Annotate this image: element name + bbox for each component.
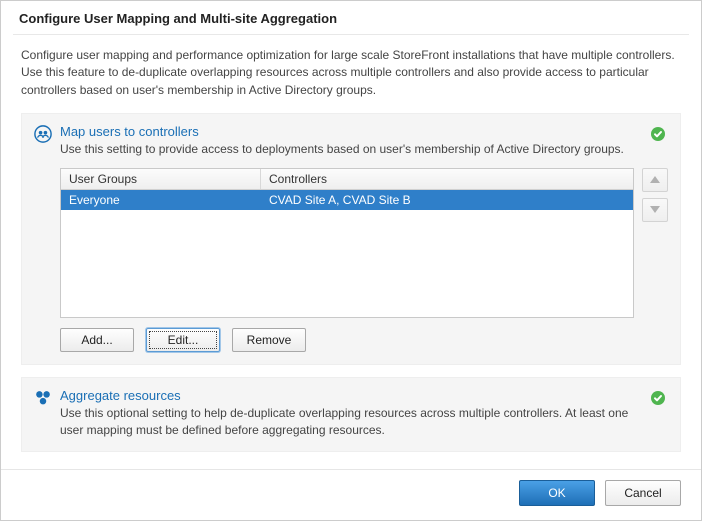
ok-button[interactable]: OK — [519, 480, 595, 506]
mapping-table[interactable]: User Groups Controllers Everyone CVAD Si… — [60, 168, 634, 318]
section-desc-map: Use this setting to provide access to de… — [60, 141, 668, 158]
section-title-aggregate: Aggregate resources — [60, 388, 668, 403]
add-button[interactable]: Add... — [60, 328, 134, 352]
section-map-users: Map users to controllers Use this settin… — [21, 113, 681, 365]
cancel-button[interactable]: Cancel — [605, 480, 681, 506]
col-controllers[interactable]: Controllers — [261, 169, 633, 189]
checkmark-icon — [650, 390, 666, 409]
cell-user-group: Everyone — [61, 190, 261, 210]
section-title-map: Map users to controllers — [60, 124, 668, 139]
move-down-button[interactable] — [642, 198, 668, 222]
chevron-down-icon — [650, 206, 660, 213]
move-up-button[interactable] — [642, 168, 668, 192]
col-user-groups[interactable]: User Groups — [61, 169, 261, 189]
section-desc-aggregate: Use this optional setting to help de-dup… — [60, 405, 668, 439]
section-aggregate: Aggregate resources Use this optional se… — [21, 377, 681, 452]
users-icon — [34, 125, 52, 143]
checkmark-icon — [650, 126, 666, 145]
chevron-up-icon — [650, 176, 660, 183]
intro-text: Configure user mapping and performance o… — [1, 35, 701, 113]
dialog-footer: OK Cancel — [1, 469, 701, 520]
dialog-title: Configure User Mapping and Multi-site Ag… — [1, 1, 701, 34]
aggregate-icon — [34, 389, 52, 407]
table-row[interactable]: Everyone CVAD Site A, CVAD Site B — [61, 190, 633, 210]
edit-button[interactable]: Edit... — [146, 328, 220, 352]
remove-button[interactable]: Remove — [232, 328, 306, 352]
cell-controllers: CVAD Site A, CVAD Site B — [261, 190, 633, 210]
table-header: User Groups Controllers — [61, 169, 633, 190]
